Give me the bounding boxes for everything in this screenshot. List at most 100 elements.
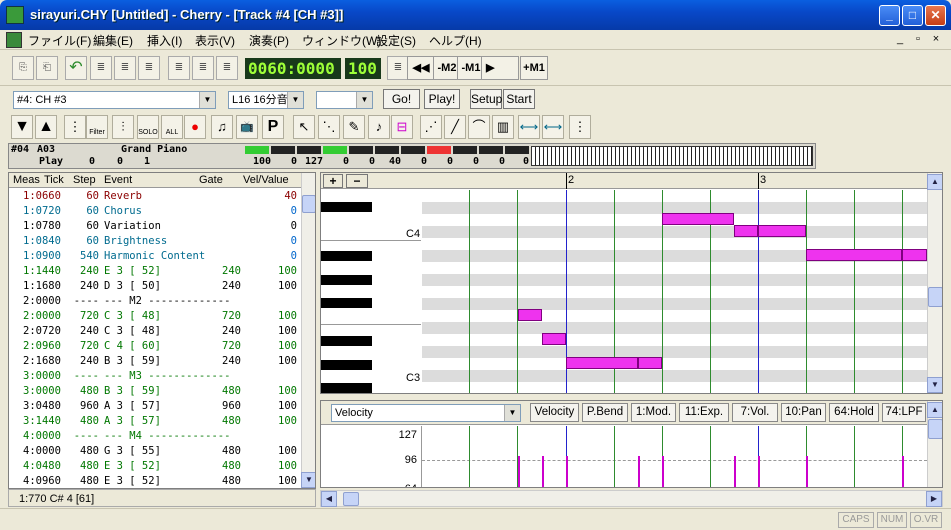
velocity-bar[interactable] (902, 456, 904, 487)
event-row[interactable]: 4:0960 480 E 3 [ 52] 480 100 (9, 474, 301, 488)
list-icon-2[interactable]: ≣ (114, 56, 136, 80)
position-display[interactable]: 0060:0000 (245, 58, 341, 79)
event-row[interactable]: 2:1680 240 B 3 [ 59] 240 100 (9, 354, 301, 369)
event-row[interactable]: 4:0000 ---- --- M4 ------------- (9, 429, 301, 444)
start-button[interactable]: Start (503, 89, 535, 109)
note-block[interactable] (734, 225, 758, 237)
bar-icon[interactable]: ⊟ (391, 115, 413, 139)
black-key[interactable] (321, 202, 372, 212)
tab-velocity[interactable]: Velocity (530, 403, 579, 422)
zoom-h-icon[interactable]: ⟷ (518, 115, 540, 139)
tempo-display[interactable]: 100 (345, 58, 381, 79)
scroll-left-arrow[interactable]: ◀ (321, 491, 337, 507)
menu-play[interactable]: 演奏(P) (249, 32, 289, 49)
black-key[interactable] (321, 360, 372, 370)
filter-icon[interactable]: Filter (86, 115, 108, 139)
undo-icon[interactable]: ↶ (65, 56, 87, 80)
controller-scrollbar[interactable]: ▲ (927, 401, 942, 487)
app-icon[interactable] (6, 6, 24, 24)
tab-pitch-bend[interactable]: P.Bend (582, 403, 628, 422)
quantize-select[interactable]: L16 16分音 ▼ (228, 91, 304, 109)
list-icon-7[interactable]: ≣ (387, 56, 409, 80)
tab-expression[interactable]: 11:Exp. (679, 403, 729, 422)
instrument-name[interactable]: Grand Piano (121, 144, 187, 155)
black-key[interactable] (321, 298, 372, 308)
note-block[interactable] (758, 225, 806, 237)
mini-keyboard[interactable] (531, 146, 813, 166)
play-button[interactable]: ▶ (481, 56, 519, 80)
ctrl-value[interactable]: 0 (479, 156, 505, 168)
grid-icon[interactable]: ⋮ (569, 115, 591, 139)
event-row[interactable]: 1:1680 240 D 3 [ 50] 240 100 (9, 279, 301, 294)
ctrl-value[interactable]: 127 (297, 156, 323, 168)
mdi-close-button[interactable]: × (929, 32, 943, 46)
zoom-out-button[interactable]: − (346, 174, 368, 188)
close-button[interactable]: ✕ (925, 5, 946, 26)
note-grid[interactable] (422, 190, 927, 393)
menu-settings[interactable]: 設定(S) (376, 32, 416, 49)
ctrl-value[interactable]: 0 (271, 156, 297, 168)
note-block[interactable] (566, 357, 638, 369)
note-block[interactable] (806, 249, 902, 261)
menu-view[interactable]: 表示(V) (195, 32, 235, 49)
event-row[interactable]: 3:1440 480 A 3 [ 57] 480 100 (9, 414, 301, 429)
track-select[interactable]: #4: CH #3 ▼ (13, 91, 216, 109)
list-icon-3[interactable]: ≣ (138, 56, 160, 80)
event-row[interactable]: 3:0000 ---- --- M3 ------------- (9, 369, 301, 384)
list-icon-1[interactable]: ≣ (90, 56, 112, 80)
black-key[interactable] (321, 275, 372, 285)
curve-icon[interactable]: ⌒ (468, 115, 490, 139)
maximize-button[interactable]: □ (902, 5, 923, 26)
menu-file[interactable]: ファイル(F) (28, 32, 91, 49)
all-icon[interactable]: ALL (161, 115, 183, 139)
minimize-button[interactable]: _ (879, 5, 900, 26)
black-key[interactable] (321, 383, 372, 393)
col-meas[interactable]: Meas (13, 174, 40, 186)
rewind-button[interactable]: ◀◀ (407, 56, 435, 80)
col-vel[interactable]: Vel/Value (243, 174, 289, 186)
ctrl-value[interactable]: 0 (349, 156, 375, 168)
scroll-thumb[interactable] (928, 287, 942, 307)
menu-help[interactable]: ヘルプ(H) (429, 32, 482, 49)
pointer-icon[interactable]: ↖ (293, 115, 315, 139)
piano-roll-scrollbar[interactable]: ▲ ▼ (927, 173, 942, 393)
event-row[interactable]: 3:0000 480 B 3 [ 59] 480 100 (9, 384, 301, 399)
velocity-bar[interactable] (662, 456, 664, 487)
program-icon[interactable]: P (262, 115, 284, 139)
track-down-icon[interactable]: ▼ (11, 115, 33, 139)
list-icon-6[interactable]: ≣ (216, 56, 238, 80)
histogram-icon[interactable]: ▥ (492, 115, 514, 139)
zoom-v-icon[interactable]: ⟷ (542, 115, 564, 139)
line-icon[interactable]: ╱ (444, 115, 466, 139)
ctrl-value[interactable]: 0 (505, 156, 529, 168)
notes-icon[interactable]: ♫ (211, 115, 233, 139)
note-block[interactable] (542, 333, 566, 345)
save-icon[interactable]: ⎗ (36, 56, 58, 80)
extra-select[interactable]: ▼ (316, 91, 373, 109)
ctrl-value[interactable]: 0 (323, 156, 349, 168)
tab-modulation[interactable]: 1:Mod. (631, 403, 676, 422)
list-icon-4[interactable]: ≣ (168, 56, 190, 80)
menu-window[interactable]: ウィンドウ(W) (302, 32, 381, 49)
event-row[interactable]: 2:0960 720 C 4 [ 60] 720 100 (9, 339, 301, 354)
event-row[interactable]: 1:0660 60 Reverb 40 (9, 189, 301, 204)
tab-hold[interactable]: 64:Hold (829, 403, 879, 422)
note-icon[interactable]: ♪ (368, 115, 390, 139)
event-row[interactable]: 2:0000 720 C 3 [ 48] 720 100 (9, 309, 301, 324)
menu-insert[interactable]: 挿入(I) (147, 32, 182, 49)
event-row[interactable]: 1:1440 240 E 3 [ 52] 240 100 (9, 264, 301, 279)
scroll-up-arrow[interactable]: ▲ (927, 402, 942, 418)
ctrl-value[interactable]: 40 (375, 156, 401, 168)
tab-pan[interactable]: 10:Pan (781, 403, 826, 422)
select-icon[interactable]: ⋱ (318, 115, 340, 139)
solo-icon[interactable]: SOLO (137, 115, 159, 139)
mdi-restore-button[interactable]: ▫ (911, 32, 925, 46)
note-block[interactable] (518, 309, 542, 321)
event-row[interactable]: 4:0000 480 G 3 [ 55] 480 100 (9, 444, 301, 459)
dots-icon[interactable]: ⋰ (420, 115, 442, 139)
velocity-bar[interactable] (734, 456, 736, 487)
scroll-thumb[interactable] (928, 419, 942, 439)
black-key[interactable] (321, 336, 372, 346)
measure-ruler[interactable]: + − 2 3 (321, 173, 942, 189)
velocity-grid[interactable] (422, 426, 927, 487)
